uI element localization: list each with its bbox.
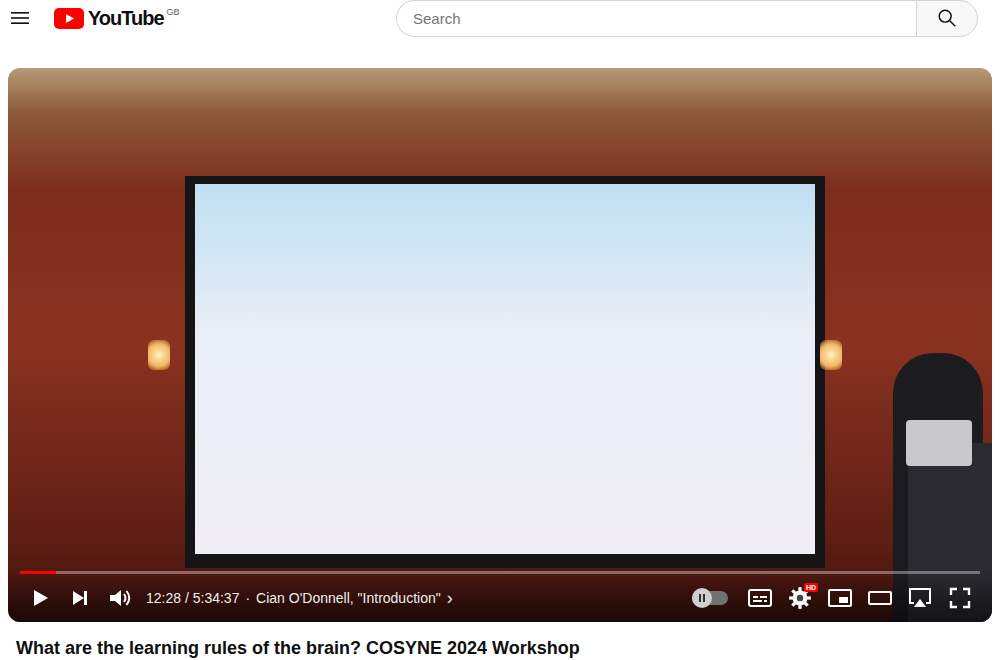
time-display: 12:28 / 5:34:37: [146, 588, 239, 609]
miniplayer-icon[interactable]: [820, 578, 860, 618]
separator: ·: [245, 588, 250, 609]
region-label: GB: [167, 6, 180, 20]
chapter-button[interactable]: Cian O'Donnell, "Introduction" ›: [256, 588, 453, 609]
play-icon[interactable]: [20, 578, 60, 618]
youtube-play-icon: [54, 8, 84, 29]
settings-button[interactable]: HD: [780, 578, 820, 618]
chapter-title: Cian O'Donnell, "Introduction": [256, 588, 441, 609]
search-button[interactable]: [916, 0, 978, 37]
slide: [195, 184, 815, 554]
progress-fill: [20, 571, 56, 574]
quality-badge: HD: [804, 583, 818, 592]
search-input[interactable]: [396, 0, 916, 37]
logo-text: YouTube: [88, 8, 164, 28]
control-bar: 12:28 / 5:34:37 · Cian O'Donnell, "Introdu…: [20, 574, 980, 622]
right-controls: HD: [680, 578, 980, 618]
autoplay-toggle[interactable]: [692, 591, 728, 605]
progress-bar[interactable]: [20, 571, 980, 574]
wall-lamp: [820, 340, 842, 370]
autoplay-pause-icon: [692, 588, 712, 608]
video-player[interactable]: 12:28 / 5:34:37 · Cian O'Donnell, "Introdu…: [8, 68, 992, 622]
top-bar: YouTubeGB: [0, 0, 1000, 36]
subtitles-icon[interactable]: [740, 578, 780, 618]
masthead-left: YouTubeGB: [0, 6, 396, 30]
fullscreen-icon[interactable]: [940, 578, 980, 618]
youtube-logo[interactable]: YouTubeGB: [54, 8, 180, 29]
speaker-icon[interactable]: [100, 578, 140, 618]
next-icon[interactable]: [60, 578, 100, 618]
video-title: What are the learning rules of the brain…: [8, 636, 992, 660]
projector-screen: [185, 176, 825, 568]
menu-icon[interactable]: [8, 6, 32, 30]
search-bar: [396, 0, 978, 37]
player-controls: 12:28 / 5:34:37 · Cian O'Donnell, "Introdu…: [8, 571, 992, 622]
theater-mode-icon[interactable]: [860, 578, 900, 618]
magnifier-icon: [936, 7, 958, 29]
laptop: [906, 420, 972, 466]
main-content: 12:28 / 5:34:37 · Cian O'Donnell, "Introdu…: [0, 68, 1000, 660]
airplay-icon[interactable]: [900, 578, 940, 618]
wall-lamp: [148, 340, 170, 370]
left-controls: 12:28 / 5:34:37 · Cian O'Donnell, "Introdu…: [20, 578, 453, 618]
chapter-arrow: ›: [447, 589, 453, 607]
